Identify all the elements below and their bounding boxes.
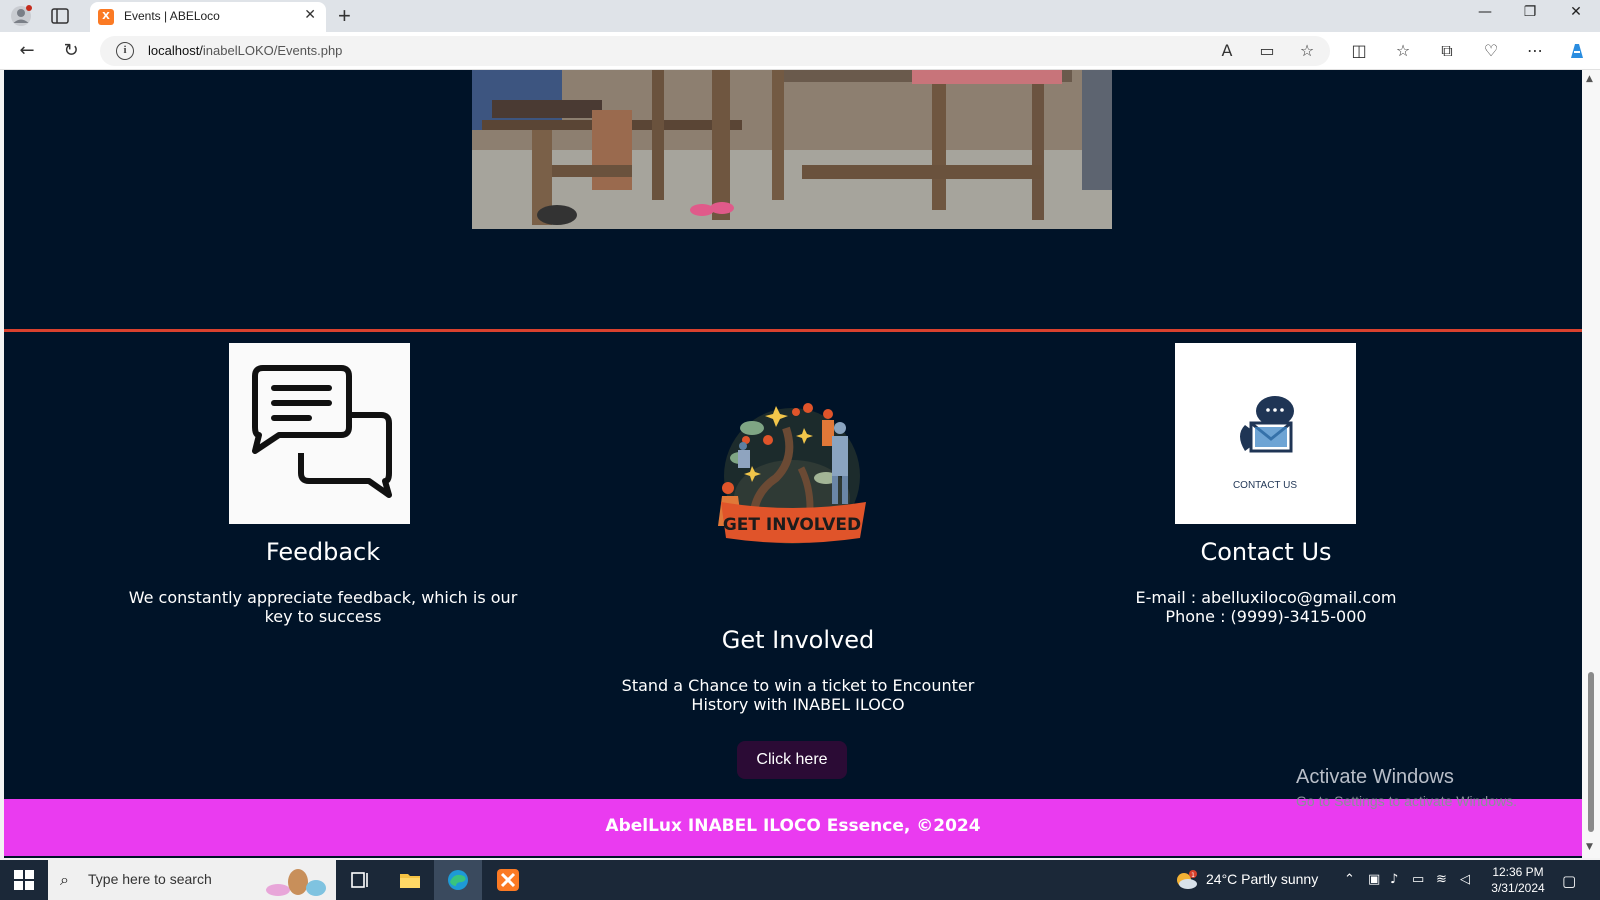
contact-email: E-mail : abelluxiloco@gmail.com [1135,588,1397,607]
scroll-down-icon[interactable]: ▼ [1586,842,1593,852]
more-menu-icon[interactable]: ⋯ [1524,40,1546,62]
split-screen-icon[interactable]: ◫ [1348,40,1370,62]
edge-icon [448,870,468,890]
url-field[interactable]: i localhost/inabelLOKO/Events.php A ▭ ☆ [100,36,1330,66]
xampp-icon [497,869,519,891]
contact-us-caption: CONTACT US [1233,480,1297,491]
folder-icon [400,874,420,888]
minimize-icon[interactable]: — [1465,4,1505,20]
get-involved-title: Get Involved [721,626,875,654]
feedback-title: Feedback [265,538,381,566]
taskbar-file-explorer[interactable] [386,860,434,900]
contact-title: Contact Us [1200,538,1332,566]
weather-badge: 1 [1191,872,1195,879]
copilot-icon[interactable] [1566,40,1588,62]
weather-icon[interactable]: 1 [1174,870,1198,890]
close-tab-icon[interactable]: ✕ [304,7,316,23]
watermark-line2: Go to Settings to activate Windows. [1296,793,1517,809]
clock-time: 12:36 PM [1492,865,1544,879]
site-info-icon[interactable]: i [116,42,134,60]
clock-date: 3/31/2024 [1491,881,1545,895]
weaving-loom-photo [472,70,1112,229]
task-view-icon [351,872,368,888]
close-window-icon[interactable]: ✕ [1556,4,1596,20]
search-decoration-icon [266,869,326,896]
search-placeholder: Type here to search [88,871,212,887]
windows-start-icon[interactable] [14,870,34,890]
tab-bar: X Events | ABELoco ✕ + — ❐ ✕ [0,0,1600,32]
taskbar-clock[interactable]: 12:36 PM 3/31/2024 [1486,864,1550,896]
taskbar-task-view[interactable] [336,860,384,900]
section-divider [4,329,1582,332]
tab-events[interactable]: X Events | ABELoco ✕ [90,2,326,32]
scroll-up-icon[interactable]: ▲ [1586,74,1593,84]
get-involved-badge-text: GET INVOLVED [723,515,861,535]
chat-bubbles-icon [229,343,410,524]
xampp-icon: X [98,9,114,25]
chevron-up-icon[interactable]: ⌃ [1344,872,1355,887]
favorites-icon[interactable]: ☆ [1392,40,1414,62]
tab-title: Events | ABELoco [124,9,220,23]
browser-essentials-icon[interactable]: ♡ [1480,40,1502,62]
tab-actions-icon[interactable] [50,6,70,26]
url-path: inabelLOKO/Events.php [202,43,343,58]
volume-muted-icon[interactable]: ◁ [1460,872,1470,887]
notifications-icon[interactable]: ▢ [1562,872,1576,890]
get-involved-illustration[interactable]: GET INVOLVED [716,388,868,548]
feedback-text: We constantly appreciate feedback, which… [128,588,518,626]
contact-image[interactable]: CONTACT US [1175,343,1356,524]
profile-icon[interactable] [10,5,32,27]
page-scrollbar[interactable]: ▲ ▼ [1582,70,1600,858]
new-tab-icon[interactable]: + [338,3,351,29]
get-involved-text: Stand a Chance to win a ticket to Encoun… [621,676,975,714]
refresh-icon[interactable]: ↻ [60,40,82,62]
feedback-image[interactable] [229,343,410,524]
url-host: localhost/ [148,43,203,58]
favorite-star-icon[interactable]: ☆ [1296,40,1318,62]
back-icon[interactable]: ← [16,40,38,62]
taskbar-search[interactable]: ⌕ Type here to search [48,860,336,900]
click-here-button[interactable]: Click here [737,741,847,779]
search-icon: ⌕ [60,870,69,889]
collections-icon[interactable]: ⧉ [1436,40,1458,62]
taskbar-xampp[interactable] [484,860,532,900]
footer-text: AbelLux INABEL ILOCO Essence, ©2024 [605,816,981,836]
url-text[interactable]: localhost/inabelLOKO/Events.php [148,43,342,58]
scroll-thumb[interactable] [1588,672,1594,832]
activate-windows-watermark: Activate Windows Go to Settings to activ… [1296,766,1517,809]
taskbar-edge[interactable] [434,860,482,900]
restore-icon[interactable]: ❐ [1510,4,1550,20]
watermark-line1: Activate Windows [1296,766,1454,788]
wifi-icon[interactable]: ≋ [1436,872,1447,887]
windows-taskbar: ⌕ Type here to search 1 24°C Partly sunn… [0,860,1600,900]
microphone-icon[interactable]: ♪ [1390,872,1398,887]
immersive-reader-icon[interactable]: ▭ [1256,40,1278,62]
weather-text[interactable]: 24°C Partly sunny [1206,871,1318,887]
battery-icon[interactable]: ▭ [1412,872,1424,887]
meet-now-icon[interactable]: ▣ [1368,872,1380,887]
page-viewport: Feedback We constantly appreciate feedba… [4,70,1582,858]
contact-phone: Phone : (9999)-3415-000 [1165,607,1367,626]
address-bar: ← ↻ i localhost/inabelLOKO/Events.php A … [0,32,1600,70]
contact-mail-icon: CONTACT US [1175,343,1356,524]
read-aloud-icon[interactable]: A [1216,40,1238,62]
